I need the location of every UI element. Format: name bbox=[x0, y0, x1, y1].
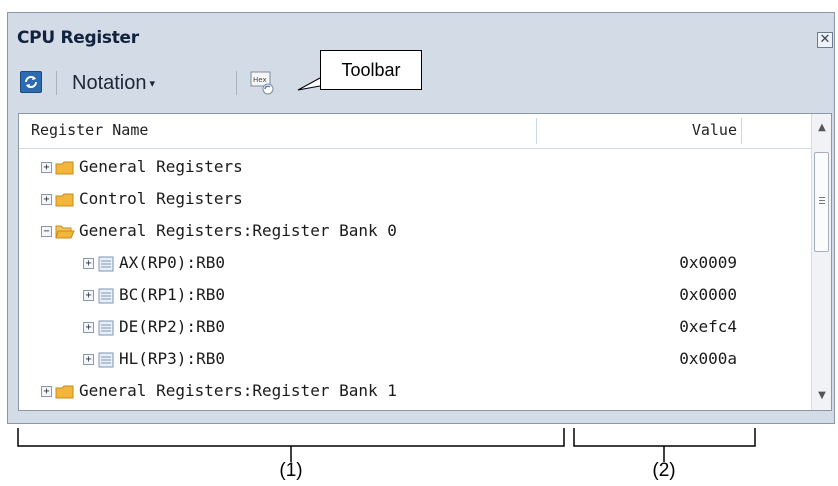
annotation-label-1: (1) bbox=[279, 460, 303, 481]
annotation-brackets bbox=[17, 428, 756, 462]
annotation-label-2: (2) bbox=[652, 460, 676, 481]
